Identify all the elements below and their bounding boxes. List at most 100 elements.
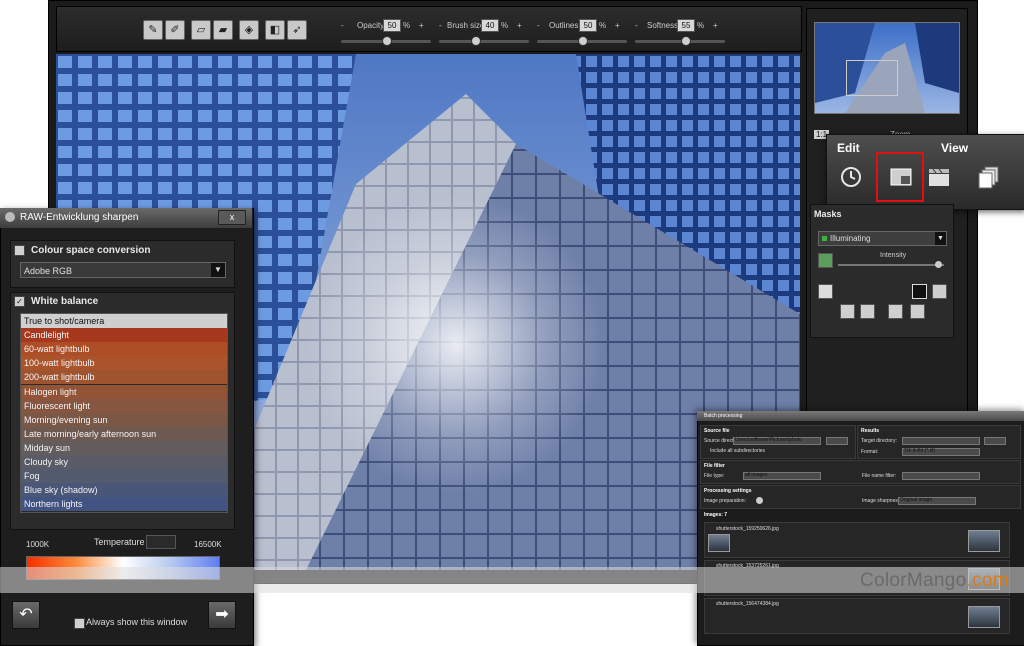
brush-size-track[interactable] [439,40,529,43]
invert-icon[interactable] [912,284,927,299]
colour-space-checkbox[interactable] [14,245,25,256]
highlight-box [876,152,924,202]
file-name-filter-input[interactable] [902,472,980,480]
softness-value[interactable]: 55 [677,19,695,32]
mask-type-select[interactable]: Illuminating ▼ [818,231,947,246]
outlines-slider[interactable]: - Outlines 50 % + [537,19,627,47]
file-name-filter-label: File name filter: [862,473,897,479]
batch-image-name: shutterstock_156474384.jpg [716,601,779,607]
export-mask-icon[interactable] [910,304,925,319]
target-dir-input[interactable] [902,437,980,445]
brush-size-knob[interactable] [471,36,481,46]
edit-view-popup: Edit View [826,134,1024,210]
image-preview [968,530,1000,552]
mask-tool-icon[interactable] [932,284,947,299]
close-button[interactable]: x [218,210,246,225]
white-balance-checkbox[interactable]: ✓ [14,296,25,307]
eraser-icon[interactable]: ▱ [191,20,211,40]
white-balance-option[interactable]: Blue sky (shadow) [21,483,227,498]
batch-image-name: shutterstock_159250626.jpg [716,526,779,532]
mask-color-dot [822,236,827,241]
softness-knob[interactable] [680,36,691,46]
batch-titlebar[interactable] [697,411,1024,421]
opacity-value[interactable]: 50 [383,19,401,32]
outlines-knob[interactable] [578,36,588,46]
colour-space-label: Colour space conversion [31,245,151,256]
intensity-knob[interactable] [934,261,942,268]
file-type-value: all images [745,472,768,478]
processing-settings-heading: Processing settings [704,488,752,494]
white-balance-option[interactable]: Morning/evening sun [21,412,227,427]
clapperboard-icon[interactable] [927,165,951,189]
temperature-label: Temperature [94,537,145,547]
stack-icon[interactable] [977,165,1001,189]
brush-icon[interactable]: ✎ [143,20,163,40]
app-logo-icon [5,212,15,222]
eraser-soft-icon[interactable]: ▰ [213,20,233,40]
white-balance-option[interactable]: Midday sun [21,440,227,455]
batch-title: Batch processing [704,413,743,419]
white-balance-option[interactable]: Candlelight [21,328,227,343]
white-balance-option[interactable]: Fluorescent light [21,398,227,413]
white-balance-option[interactable]: Halogen light [21,384,227,399]
white-balance-option[interactable]: True to shot/camera [21,314,227,328]
navigator-view-frame[interactable] [846,60,898,96]
gradient-icon[interactable]: ◧ [265,20,285,40]
view-tab[interactable]: View [941,141,968,155]
watermark-logo: ColorMango.com [860,570,1009,591]
softness-slider[interactable]: - Softness 55 % + [635,19,725,47]
white-balance-label: White balance [31,296,99,307]
copy-mask-icon[interactable] [860,304,875,319]
image-preparation-button[interactable] [756,497,763,504]
file-filter-heading: File filter [704,463,725,469]
temperature-max-label: 16500K [194,540,222,549]
masks-panel [810,204,954,338]
chevron-down-icon[interactable]: ▼ [211,263,225,277]
white-balance-option[interactable]: Northern lights [21,497,227,512]
masks-title: Masks [814,209,842,219]
opacity-knob[interactable] [382,36,392,46]
format-label: Format: [861,449,879,455]
import-mask-icon[interactable] [888,304,903,319]
right-arrow-icon[interactable]: ➡ [208,601,236,629]
temperature-input[interactable] [146,535,176,549]
pointer-icon[interactable]: ➶ [287,20,307,40]
brush-stroke-icon[interactable]: ✐ [165,20,185,40]
brush-size-label: Brush size [447,21,485,30]
format-value: TIF 8-Bit (*.tif) [904,448,936,454]
brush-size-value[interactable]: 40 [481,19,499,32]
opacity-slider[interactable]: - Opacity 50 % + [341,19,431,47]
reset-icon[interactable] [818,284,833,299]
history-icon[interactable] [839,165,863,189]
browse-source-button[interactable] [826,437,848,445]
intensity-track[interactable] [838,264,944,266]
white-balance-option[interactable]: 200-watt lightbulb [21,370,227,385]
raw-dialog-title: RAW-Entwicklung sharpen [20,212,139,223]
white-balance-option[interactable]: 100-watt lightbulb [21,356,227,371]
chevron-down-icon[interactable]: ▼ [935,232,946,245]
mask-brush-icon[interactable] [818,253,833,268]
white-balance-option[interactable]: Fog [21,469,227,484]
undo-arrow-icon[interactable]: ↶ [12,601,40,629]
outlines-value[interactable]: 50 [579,19,597,32]
fill-bucket-icon[interactable]: ◈ [239,20,259,40]
edit-tab[interactable]: Edit [837,141,860,155]
always-show-checkbox[interactable] [74,618,85,629]
images-count-label: Images: 7 [704,512,728,518]
softness-label: Softness [647,21,679,30]
white-balance-option[interactable]: 60-watt lightbulb [21,342,227,357]
image-preparation-label: Image preparation: [704,498,746,504]
white-balance-option[interactable]: Late morning/early afternoon sun [21,426,227,441]
browse-target-button[interactable] [984,437,1006,445]
brush-size-slider[interactable]: - Brush size 40 % + [439,19,529,47]
white-balance-list[interactable]: True to shot/camera Candlelight 60-watt li… [20,313,228,513]
source-file-heading: Source file [704,428,730,434]
colour-space-select[interactable]: Adobe RGB ▼ [20,262,226,278]
intensity-label: Intensity [880,252,907,259]
new-mask-icon[interactable] [840,304,855,319]
target-dir-label: Target directory: [861,438,897,444]
always-show-label: Always show this window [86,617,188,627]
image-sharpness-label: Image sharpness: [862,498,902,504]
image-sharpness-value: Original image [900,497,933,503]
white-balance-option[interactable]: Cloudy sky [21,455,227,469]
